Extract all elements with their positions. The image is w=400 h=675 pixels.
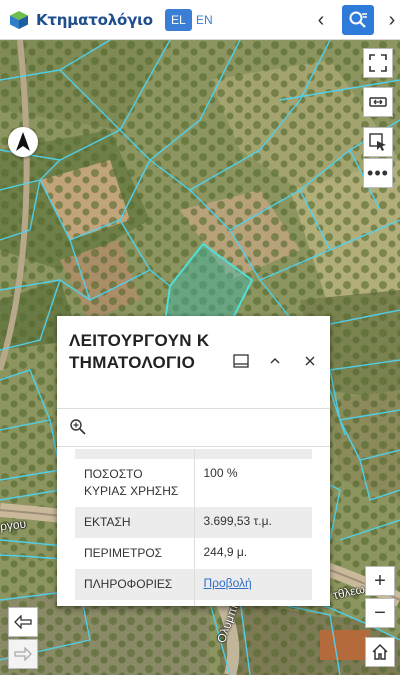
attribute-value <box>194 449 312 459</box>
search-icon <box>349 11 367 28</box>
more-options-button[interactable]: ••• <box>363 158 393 188</box>
dock-icon <box>233 354 249 368</box>
language-en-button[interactable]: EN <box>190 9 219 31</box>
language-el-button[interactable]: EL <box>165 9 192 31</box>
home-icon <box>372 643 388 660</box>
attribute-key <box>75 449 195 459</box>
attribute-key: ΠΛΗΡΟΦΟΡΙΕΣ <box>75 569 195 600</box>
attribute-row: ΠΕΡΙΜΕΤΡΟΣ 244,9 μ. <box>75 538 312 569</box>
divider <box>57 408 330 409</box>
attribute-row <box>75 449 312 459</box>
chevron-up-icon <box>270 358 280 364</box>
cube-logo-icon <box>10 11 28 29</box>
chevron-right-icon[interactable]: › <box>384 9 400 31</box>
compass-arrow-icon <box>16 132 30 151</box>
attribute-key: ΠΡΟΘΕΣΜΙΑ <box>75 600 195 606</box>
attribute-table-container[interactable]: ΠΟΣΟΣΤΟ ΚΥΡΙΑΣ ΧΡΗΣΗΣ 100 % ΕΚΤΑΣΗ 3.699,53… <box>75 449 312 606</box>
fullscreen-button[interactable] <box>363 48 393 78</box>
attribute-value: 31/12/2032 <box>194 600 312 606</box>
close-button[interactable] <box>301 352 319 370</box>
attribute-table: ΠΟΣΟΣΤΟ ΚΥΡΙΑΣ ΧΡΗΣΗΣ 100 % ΕΚΤΑΣΗ 3.699,53… <box>75 449 312 606</box>
minus-icon: − <box>374 601 386 624</box>
select-area-button[interactable] <box>363 127 393 157</box>
popup-title: ΛΕΙΤΟΥΡΓΟΥΝ ΚΤΗΜΑΤΟΛΟΓΙΟ <box>69 331 210 372</box>
measure-button[interactable] <box>363 87 393 117</box>
more-dots-icon: ••• <box>367 163 389 183</box>
attribute-key: ΕΚΤΑΣΗ <box>75 507 195 538</box>
zoom-out-button[interactable]: − <box>365 598 395 628</box>
app-header: Κτηματολόγιο EL EN ‹ › <box>0 0 400 40</box>
road-label: ργου <box>0 516 27 534</box>
previous-extent-button[interactable] <box>8 607 38 637</box>
measure-icon <box>369 97 387 107</box>
attribute-value: 100 % <box>203 466 238 480</box>
zoom-in-button[interactable]: + <box>365 566 395 596</box>
arrow-left-icon <box>14 615 32 629</box>
next-extent-button[interactable] <box>8 639 38 669</box>
attribute-row: ΠΡΟΘΕΣΜΙΑ31/12/2032 <box>75 600 312 606</box>
logo: Κτηματολόγιο <box>8 9 153 31</box>
attribute-value: 3.699,53 τ.μ. <box>203 514 272 528</box>
attribute-row: ΠΛΗΡΟΦΟΡΙΕΣ Προβολή <box>75 569 312 600</box>
attribute-value: 244,9 μ. <box>203 545 248 559</box>
divider <box>57 446 330 447</box>
dock-button[interactable] <box>232 352 250 370</box>
close-icon <box>305 356 315 366</box>
app-title: Κτηματολόγιο <box>36 11 153 29</box>
search-button[interactable] <box>342 5 374 35</box>
attribute-row: ΠΟΣΟΣΤΟ ΚΥΡΙΑΣ ΧΡΗΣΗΣ 100 % <box>75 459 312 507</box>
plus-icon: + <box>374 569 386 592</box>
home-button[interactable] <box>365 637 395 667</box>
attribute-key: ΠΕΡΙΜΕΤΡΟΣ <box>75 538 195 569</box>
fullscreen-icon <box>369 54 387 72</box>
collapse-button[interactable] <box>266 352 284 370</box>
compass-button[interactable] <box>8 127 38 157</box>
select-cursor-icon <box>369 133 386 151</box>
arrow-right-icon <box>14 647 32 661</box>
feature-popup: ΛΕΙΤΟΥΡΓΟΥΝ ΚΤΗΜΑΤΟΛΟΓΙΟ ΠΟΣΟΣΤΟ ΚΥΡΙΑΣ … <box>57 316 330 606</box>
attribute-key: ΠΟΣΟΣΤΟ ΚΥΡΙΑΣ ΧΡΗΣΗΣ <box>75 459 195 507</box>
attribute-row: ΕΚΤΑΣΗ 3.699,53 τ.μ. <box>75 507 312 538</box>
chevron-left-icon[interactable]: ‹ <box>312 9 330 31</box>
zoom-to-icon <box>70 419 86 435</box>
zoom-to-button[interactable] <box>69 418 89 438</box>
attribute-link[interactable]: Προβολή <box>194 569 312 600</box>
